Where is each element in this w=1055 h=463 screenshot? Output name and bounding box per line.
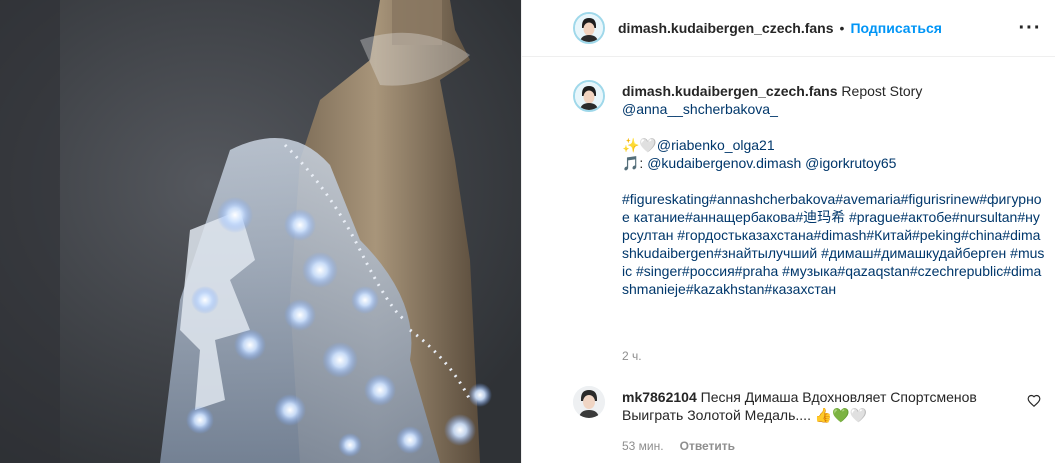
follow-button[interactable]: Подписаться [850, 20, 942, 36]
caption-username[interactable]: dimash.kudaibergen_czech.fans [622, 83, 838, 99]
comment-avatar[interactable] [573, 386, 605, 418]
reply-button[interactable]: Ответить [680, 439, 735, 453]
caption-avatar[interactable] [573, 80, 605, 112]
comment-timestamp[interactable]: 53 мин. [622, 439, 664, 453]
avatar[interactable] [573, 12, 605, 44]
avatar-picture [573, 386, 605, 418]
comment-meta: 53 мин. Ответить [622, 439, 735, 453]
more-options-icon[interactable]: ··· [1016, 14, 1044, 42]
caption-line-1: Repost Story [841, 83, 923, 99]
comment-text: mk7862104 Песня Димаша Вдохновляет Спорт… [622, 388, 1017, 424]
caption-mention-krutoy[interactable]: @igorkrutoy65 [805, 155, 896, 171]
caption-mention-anna[interactable]: @anna__shcherbakova_ [622, 100, 1047, 118]
caption-mention-riabenko[interactable]: @riabenko_olga21 [657, 137, 775, 153]
caption-text: dimash.kudaibergen_czech.fans Repost Sto… [622, 82, 1047, 298]
separator-dot: • [839, 20, 845, 36]
comment-username[interactable]: mk7862104 [622, 389, 697, 405]
avatar-picture [575, 82, 603, 110]
avatar-picture [575, 14, 603, 42]
caption-hashtags[interactable]: #figureskating#annashcherbakova#avemaria… [622, 190, 1047, 298]
post-image[interactable] [0, 0, 521, 463]
heart-icon[interactable] [1027, 394, 1041, 408]
caption-mention-dimash[interactable]: @kudaibergenov.dimash [647, 155, 801, 171]
post-header: dimash.kudaibergen_czech.fans • Подписат… [522, 0, 1055, 57]
music-note-emoji: 🎵: [622, 155, 648, 171]
post-timestamp[interactable]: 2 ч. [622, 349, 642, 363]
post-image-artwork [0, 0, 521, 463]
more-options-glyph: ··· [1018, 16, 1042, 39]
sparkle-emoji: ✨🤍 [622, 137, 657, 153]
post-author-username[interactable]: dimash.kudaibergen_czech.fans [618, 20, 834, 36]
post-sidebar: dimash.kudaibergen_czech.fans • Подписат… [521, 0, 1055, 463]
